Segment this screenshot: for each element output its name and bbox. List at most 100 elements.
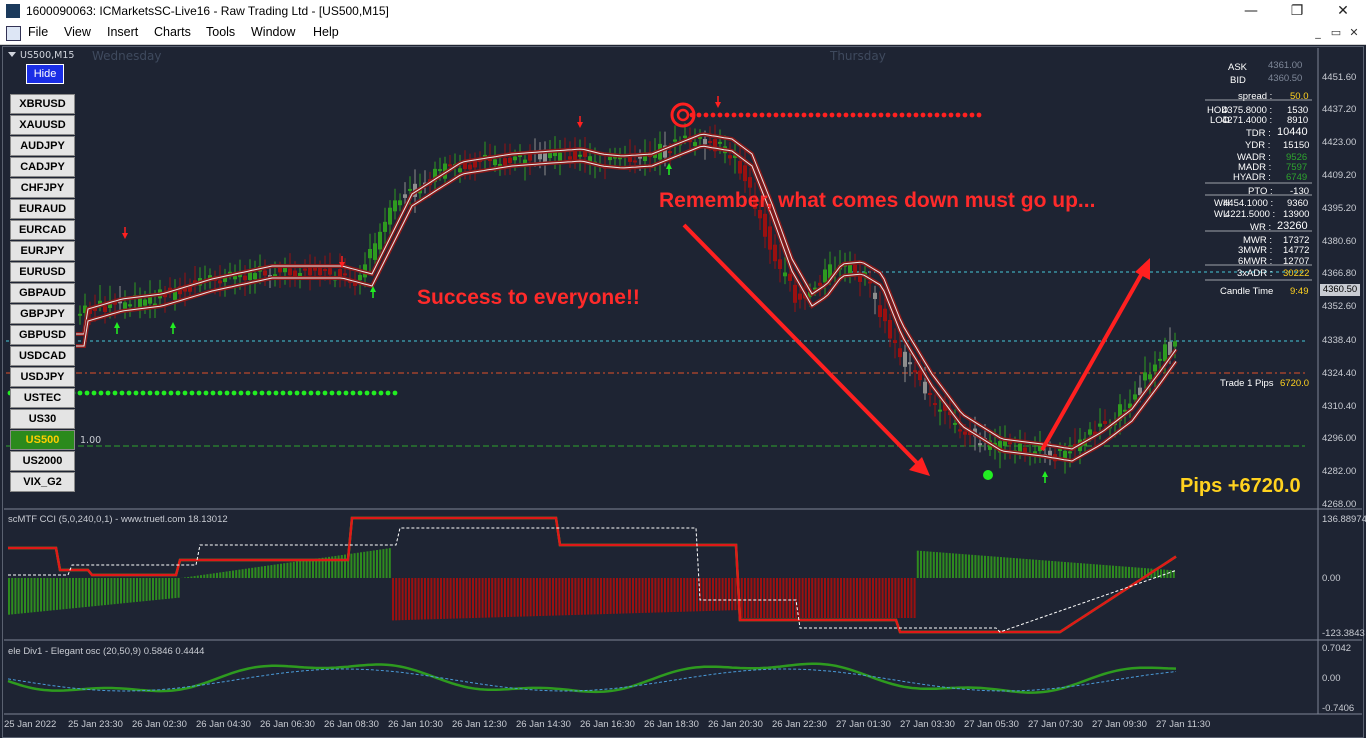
cci-bar — [171, 578, 174, 599]
symbol-button-usdjpy[interactable]: USDJPY — [10, 367, 75, 387]
cci-bar — [548, 578, 551, 616]
cci-bar — [718, 578, 721, 611]
cci-bar — [104, 578, 106, 606]
ydr-value: 15150 — [1283, 140, 1310, 151]
time-tick: 27 Jan 03:30 — [900, 719, 955, 730]
cci-bar — [52, 578, 55, 611]
price-tick: 4268.00 — [1322, 499, 1357, 510]
signal-dot — [112, 390, 118, 396]
cci-bar — [920, 550, 922, 578]
signal-dot — [392, 390, 398, 396]
wr-value: 23260 — [1277, 220, 1308, 232]
cci-bar — [1160, 569, 1162, 578]
candle-body — [398, 200, 402, 206]
symbol-button-us2000[interactable]: US2000 — [10, 451, 75, 471]
signal-dot — [133, 390, 139, 396]
symbol-button-eurjpy[interactable]: EURJPY — [10, 241, 75, 261]
symbol-button-gbpusd[interactable]: GBPUSD — [10, 325, 75, 345]
time-tick: 26 Jan 20:30 — [708, 719, 763, 730]
candle-body — [1008, 442, 1012, 445]
symbol-button-audjpy[interactable]: AUDJPY — [10, 136, 75, 156]
cci-bar — [1118, 566, 1121, 578]
symbol-button-xbrusd[interactable]: XBRUSD — [10, 94, 75, 114]
candle-body — [458, 168, 462, 173]
cci-bar — [673, 578, 676, 612]
cci-bar — [1057, 561, 1060, 578]
signal-dot — [147, 390, 153, 396]
symbol-button-gbpaud[interactable]: GBPAUD — [10, 283, 75, 303]
cci-bar — [164, 578, 167, 600]
price-tick: 4366.80 — [1322, 268, 1357, 279]
symbol-button-ustec[interactable]: USTEC — [10, 388, 75, 408]
symbol-button-euraud[interactable]: EURAUD — [10, 199, 75, 219]
signal-dot — [231, 390, 237, 396]
symbol-button-cadjpy[interactable]: CADJPY — [10, 157, 75, 177]
signal-dot — [913, 112, 919, 118]
candle-body — [293, 270, 297, 277]
cci-bar — [897, 578, 900, 618]
cci-bar — [1080, 563, 1082, 578]
cci-bar — [990, 556, 993, 578]
cci-bar — [964, 554, 967, 578]
cci-bar — [801, 578, 804, 618]
candle-body — [818, 282, 822, 286]
spread-label: spread : — [1238, 91, 1273, 102]
cci-bar — [379, 549, 382, 578]
cci-bar — [772, 578, 775, 618]
symbol-button-eurcad[interactable]: EURCAD — [10, 220, 75, 240]
symbol-button-xauusd[interactable]: XAUUSD — [10, 115, 75, 135]
symbol-button-usdcad[interactable]: USDCAD — [10, 346, 75, 366]
cci-bar — [72, 578, 74, 609]
cci-bar — [203, 574, 206, 578]
signal-dot — [266, 390, 272, 396]
candle-body — [138, 298, 142, 308]
cci-bar — [84, 578, 87, 608]
cci-bar — [363, 551, 366, 578]
cci-bar — [660, 578, 663, 613]
symbol-button-chfjpy[interactable]: CHFJPY — [10, 178, 75, 198]
time-tick: 26 Jan 22:30 — [772, 719, 827, 730]
cci-bar — [817, 578, 820, 618]
cci-bar — [1099, 564, 1102, 578]
candle-body — [963, 431, 967, 435]
cci-bar — [849, 578, 852, 618]
cci-bar — [1166, 569, 1169, 578]
signal-dot — [98, 390, 104, 396]
symbol-button-us30[interactable]: US30 — [10, 409, 75, 429]
cci-bar — [641, 578, 644, 613]
cci-bar — [296, 561, 298, 578]
signal-dot — [920, 112, 926, 118]
cci-bar — [424, 578, 426, 620]
cci-bar — [385, 548, 388, 578]
cci-bar — [56, 578, 58, 610]
signal-dot — [808, 112, 814, 118]
candle-body — [448, 164, 452, 167]
cci-bar — [340, 555, 343, 578]
symbol-button-vix_g2[interactable]: VIX_G2 — [10, 472, 75, 492]
cci-bar — [193, 576, 196, 578]
cci-bar — [260, 566, 263, 578]
cci-bar — [715, 578, 718, 611]
candle-body — [513, 156, 517, 161]
mwr3-value: 14772 — [1283, 245, 1310, 256]
sell-arrow — [122, 233, 128, 239]
symbol-button-eurusd[interactable]: EURUSD — [10, 262, 75, 282]
cci-bar — [702, 578, 705, 612]
price-chart[interactable] — [0, 0, 1366, 738]
candle-body — [793, 284, 797, 303]
cci-bar — [251, 567, 254, 578]
signal-dot — [385, 390, 391, 396]
cci-bar — [811, 578, 814, 618]
chevron-down-icon[interactable] — [8, 52, 16, 57]
cci-bar — [747, 578, 750, 618]
candle-body — [1063, 450, 1067, 459]
candle-body — [953, 422, 957, 425]
cci-bar — [401, 578, 404, 621]
cci-bar — [795, 578, 798, 618]
cci-bar — [59, 578, 62, 610]
symbol-button-us500[interactable]: US500 — [10, 430, 75, 450]
symbol-button-gbpjpy[interactable]: GBPJPY — [10, 304, 75, 324]
candle-body — [343, 273, 347, 276]
hide-button[interactable]: Hide — [26, 64, 64, 84]
up-arrowhead — [1135, 258, 1150, 280]
